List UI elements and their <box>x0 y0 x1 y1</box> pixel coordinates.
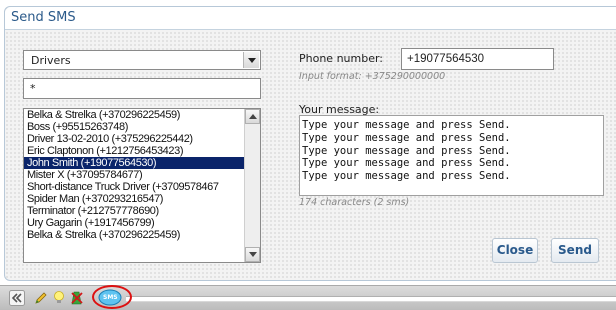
send-button[interactable]: Send <box>551 238 599 263</box>
message-line: Type your message and press Send. <box>302 131 511 144</box>
list-item[interactable]: Ury Gagarin (+1917456799) <box>24 217 245 229</box>
chevron-down-icon[interactable] <box>243 52 259 68</box>
list-item[interactable]: Boss (+95515263748) <box>24 121 245 133</box>
list-item[interactable]: Eric Claptonon (+1212756453423) <box>24 145 245 157</box>
scroll-up-icon[interactable] <box>245 109 260 124</box>
list-item-selected[interactable]: John Smith (+19077564530) <box>24 157 245 169</box>
contact-list-scrollbar[interactable] <box>244 109 260 262</box>
scroll-down-icon[interactable] <box>245 247 260 262</box>
phone-label: Phone number: <box>299 52 384 65</box>
list-item[interactable]: Driver 13-02-2010 (+375296225442) <box>24 133 245 145</box>
phone-format-hint: Input format: +375290000000 <box>299 71 446 82</box>
highlight-circle <box>92 285 132 309</box>
phone-number-input[interactable]: +19077564530 <box>401 48 554 70</box>
list-item[interactable]: Spider Man (+370293216547) <box>24 193 245 205</box>
message-char-counter: 174 characters (2 sms) <box>299 197 410 208</box>
list-item[interactable]: Mister X (+37095784677) <box>24 169 245 181</box>
collapse-icon[interactable] <box>9 290 25 309</box>
list-item[interactable]: Terminator (+212757778690) <box>24 205 245 217</box>
message-line: Type your message and press Send. <box>302 170 511 183</box>
dialog-title: Send SMS <box>11 10 76 25</box>
message-line: Type your message and press Send. <box>302 157 511 170</box>
message-line: Type your message and press Send. <box>302 144 511 157</box>
list-item[interactable]: Short-distance Truck Driver (+3709578467 <box>24 181 245 193</box>
contact-filter-input[interactable]: * <box>23 78 261 99</box>
message-line: Type your message and press Send. <box>302 119 511 131</box>
contact-list[interactable]: Belka & Strelka (+370296225459) Boss (+9… <box>23 108 261 263</box>
dialog-title-bar: Send SMS <box>5 7 616 30</box>
list-item[interactable]: Belka & Strelka (+370296225459) <box>24 109 245 121</box>
group-select[interactable]: Drivers <box>23 50 261 70</box>
list-item[interactable]: Belka & Strelka (+370296225459) <box>24 229 245 241</box>
toolbar-track <box>126 296 616 302</box>
pencil-icon[interactable] <box>33 290 49 309</box>
group-select-value: Drivers <box>31 54 71 67</box>
remove-marker-icon[interactable] <box>69 290 85 309</box>
lightbulb-icon[interactable] <box>52 290 66 309</box>
message-textarea[interactable]: Type your message and press Send. Type yo… <box>299 115 604 196</box>
close-button[interactable]: Close <box>492 238 538 263</box>
